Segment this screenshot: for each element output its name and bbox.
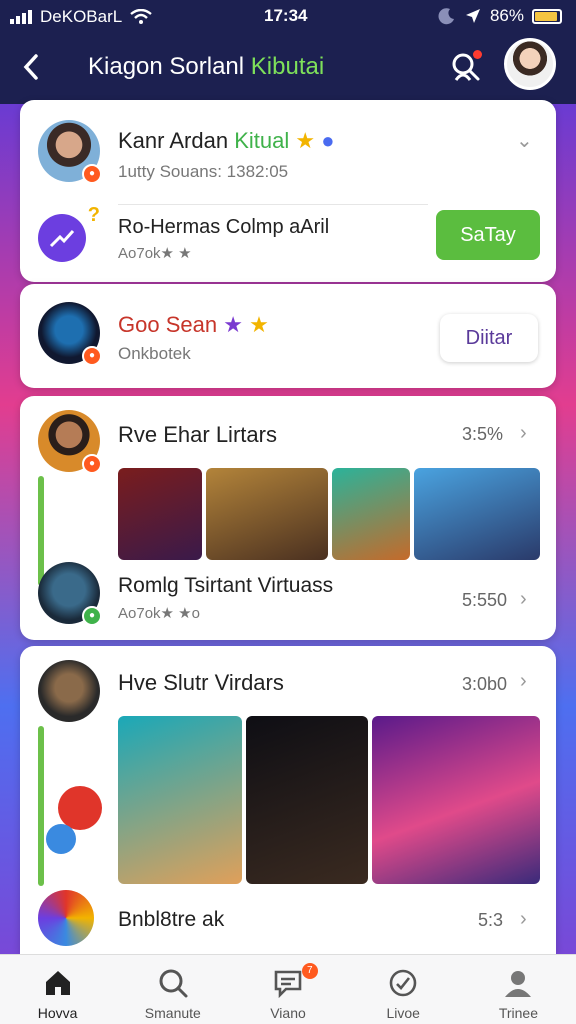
battery-label: 86% (489, 6, 524, 25)
online-badge: ● (82, 606, 102, 626)
live-badge: ● (82, 454, 102, 474)
tab-label: Smanute (144, 1005, 201, 1021)
play-icon (46, 824, 76, 854)
search-icon (159, 969, 188, 998)
chevron-right-icon[interactable]: › (520, 908, 527, 931)
live-card-3[interactable]: ● Rve Ehar Lirtars 3:5% › ● Romlg Tsirta… (20, 396, 556, 640)
divider (118, 204, 428, 205)
card-title: Hve Slutr Virdars (118, 670, 284, 695)
star-icon: ★ (295, 128, 316, 153)
title-main: Kiagon Sorlanl (88, 53, 245, 80)
live-badge: ● (82, 164, 102, 184)
star-icon: ★ (223, 312, 243, 337)
chevron-right-icon[interactable]: › (520, 422, 527, 445)
row2-time: 5:550 (462, 590, 508, 610)
tab-label: Livoe (386, 1005, 420, 1021)
chevron-left-icon (23, 54, 38, 80)
tab-search[interactable]: Smanute (115, 955, 230, 1024)
status-left: DeKOBarL (10, 7, 152, 27)
card-time: 3:5% (462, 424, 504, 444)
join-button[interactable]: SaTay (436, 210, 540, 260)
tab-label: Trinee (498, 1005, 538, 1021)
follow-button[interactable]: Diitar (440, 314, 538, 362)
video-thumbnail[interactable] (332, 468, 410, 560)
clock-icon (389, 969, 417, 997)
live-indicator-bar (38, 476, 44, 586)
live-card-4[interactable]: Hve Slutr Virdars 3:0b0 › Bnbl8tre ak 5:… (20, 646, 556, 954)
avatar (38, 890, 94, 946)
chevron-right-icon[interactable]: › (520, 588, 527, 611)
profile-avatar[interactable] (504, 38, 556, 90)
tab-profile[interactable]: Trinee (461, 955, 576, 1024)
video-thumbnail[interactable] (414, 468, 540, 560)
person-icon (505, 971, 532, 997)
search-button[interactable] (446, 48, 484, 86)
star-icon: ★ (249, 312, 269, 337)
live-card-1[interactable]: ● Kanr Ardan Kitual ★ ● 1utty Souans: 13… (20, 100, 556, 282)
card-subtitle: Onkbotek (118, 344, 191, 363)
video-thumbnail[interactable] (118, 468, 202, 560)
video-thumbnail[interactable] (372, 716, 540, 884)
status-right: 86% (438, 6, 562, 26)
chevron-right-icon[interactable]: › (520, 670, 527, 693)
card-tag: Kitual (234, 128, 290, 153)
video-thumbnail[interactable] (118, 716, 242, 884)
row3-title: Bnbl8tre ak (118, 908, 225, 931)
card-title: Rve Ehar Lirtars (118, 422, 277, 447)
card-title: Kanr Ardan Kitual ★ ● (118, 128, 335, 153)
video-thumbnail[interactable] (246, 716, 368, 884)
tab-label: Viano (270, 1005, 306, 1021)
tab-home[interactable]: Hovva (0, 955, 115, 1024)
activity-icon: ? (38, 204, 100, 262)
app-header: Kiagon Sorlanl Kibutai (0, 34, 576, 104)
row2-title: Ro-Hermas Colmp aAril (118, 216, 330, 238)
tab-live[interactable]: Livoe (346, 955, 461, 1024)
tab-messages[interactable]: 7 Viano (230, 955, 345, 1024)
title-accent: Kibutai (250, 53, 325, 80)
avatar: ● (38, 410, 102, 474)
notification-dot (473, 50, 482, 59)
row2-title: Romlg Tsirtant Virtuass (118, 574, 334, 597)
chat-bubble-icon: ● (321, 128, 335, 153)
live-badge: ● (82, 346, 102, 366)
bottom-tab-bar: Hovva Smanute 7 Viano Livoe Trinee (0, 954, 576, 1024)
wifi-icon (130, 9, 152, 24)
page-title: Kiagon Sorlanl Kibutai (88, 53, 324, 81)
card-subtitle: 1utty Souans: 1382:05 (118, 162, 289, 181)
back-button[interactable] (20, 52, 48, 82)
trend-icon (49, 229, 75, 248)
chevron-down-icon[interactable]: ⌄ (516, 128, 533, 153)
tab-badge: 7 (301, 963, 318, 979)
avatar: ● (38, 302, 102, 366)
status-time: 17:34 (264, 6, 308, 25)
moon-icon (438, 8, 454, 25)
avatar: ● (38, 120, 102, 184)
video-thumbnail[interactable] (206, 468, 328, 560)
carrier-label: DeKOBarL (40, 7, 123, 26)
card-time: 3:0b0 (462, 674, 508, 694)
status-bar: DeKOBarL 17:34 86% (0, 0, 576, 34)
tab-label: Hovva (37, 1005, 78, 1021)
question-icon: ? (87, 204, 100, 226)
card-title: Goo Sean ★ ★ (118, 312, 269, 337)
live-card-2[interactable]: ● Goo Sean ★ ★ Onkbotek Diitar (20, 284, 556, 388)
music-note-icon (58, 786, 102, 830)
row2-subtitle: Ao7ok★ ★o (118, 605, 200, 622)
avatar (38, 660, 100, 722)
avatar: ● (38, 562, 102, 626)
chat-icon (274, 970, 302, 999)
battery-icon (532, 8, 562, 24)
signal-icon (10, 10, 32, 24)
home-icon (45, 971, 70, 995)
row2-subtitle: Ao7ok★ ★ (118, 245, 192, 262)
live-indicator-bar (38, 726, 44, 886)
row3-time: 5:3 (478, 910, 504, 930)
location-arrow-icon (465, 9, 480, 23)
